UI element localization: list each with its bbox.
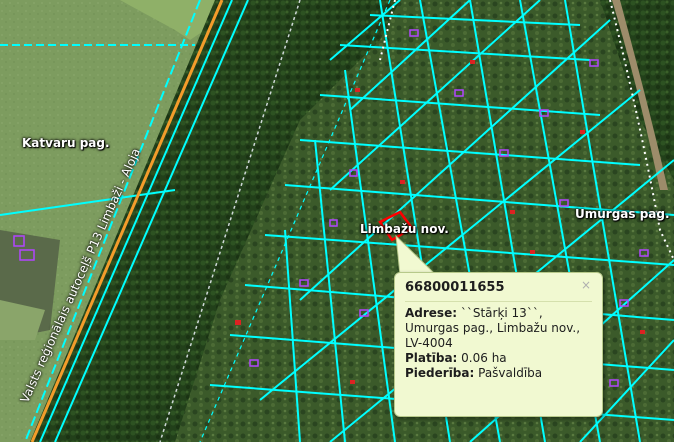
parcel-cadastral-number: 66800011655 [405,280,505,295]
ownership-value: Pašvaldība [478,366,543,380]
popup-row-address: Adrese: ``Stārķi 13``, Umurgas pag., Lim… [405,306,592,351]
cadastral-map[interactable]: Valsts reģionālais autoceļš P13 Limbaži … [0,0,674,442]
area-value: 0.06 ha [461,351,507,365]
parcel-info-popup: 66800011655 × Adrese: ``Stārķi 13``, Umu… [394,272,603,417]
popup-divider [405,301,592,302]
address-label: Adrese: [405,306,458,320]
area-label: Platība: [405,351,458,365]
ownership-label: Piederība: [405,366,475,380]
close-icon[interactable]: × [580,279,592,291]
popup-row-ownership: Piederība: Pašvaldība [405,366,592,381]
popup-row-area: Platība: 0.06 ha [405,351,592,366]
